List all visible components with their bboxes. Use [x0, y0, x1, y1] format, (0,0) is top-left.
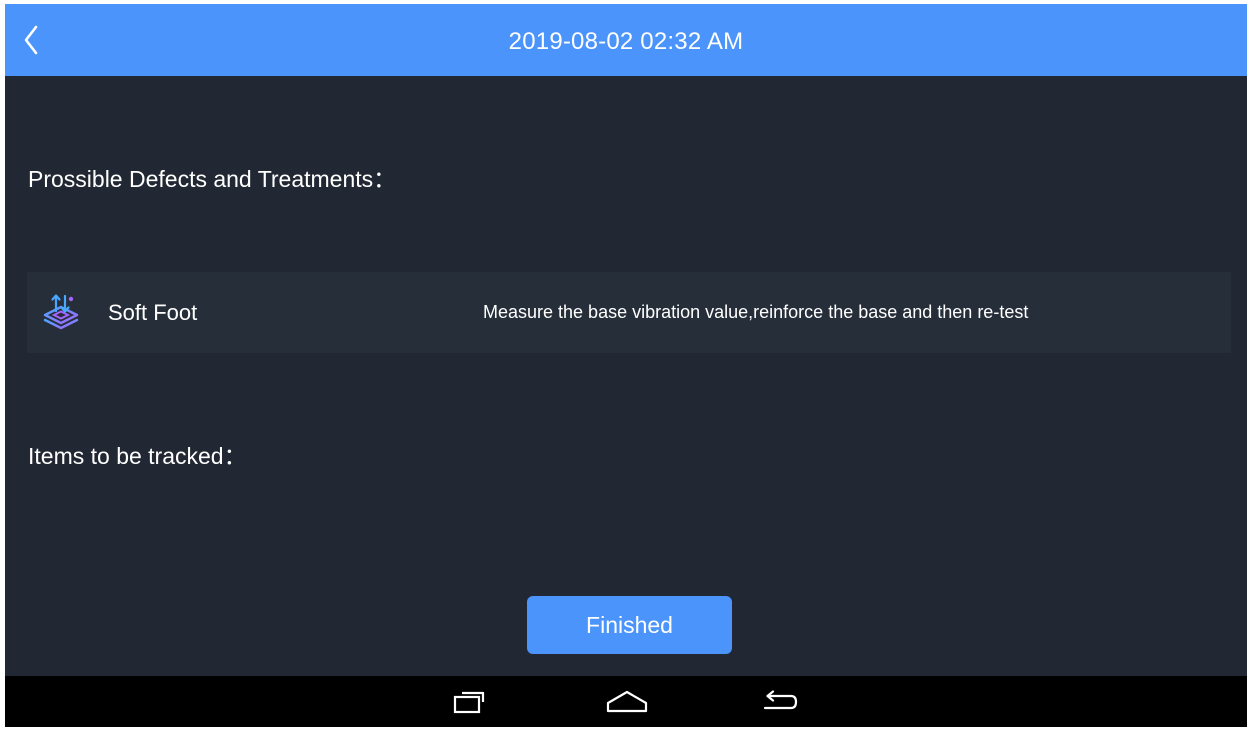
app-screen: 2019-08-02 02:32 AM Prossible Defects an…	[5, 4, 1247, 727]
finished-button[interactable]: Finished	[527, 596, 732, 654]
defect-treatment: Measure the base vibration value,reinfor…	[483, 302, 1029, 322]
defect-name: Soft Foot	[108, 300, 198, 325]
system-nav-bar	[5, 676, 1247, 727]
tracked-section-title: Items to be tracked：	[28, 443, 247, 469]
page-title: 2019-08-02 02:32 AM	[508, 28, 744, 55]
defect-row: Soft Foot Measure the base vibration val…	[27, 272, 1231, 353]
recents-button[interactable]	[447, 684, 491, 720]
defects-section-title: Prossible Defects and Treatments：	[28, 166, 397, 192]
home-button[interactable]	[605, 684, 649, 720]
recents-icon	[453, 691, 485, 714]
header-bar: 2019-08-02 02:32 AM	[5, 4, 1247, 76]
home-icon	[606, 690, 648, 713]
back-arrow-icon	[763, 690, 798, 710]
soft-foot-icon	[41, 291, 81, 331]
system-back-button[interactable]	[757, 684, 801, 720]
